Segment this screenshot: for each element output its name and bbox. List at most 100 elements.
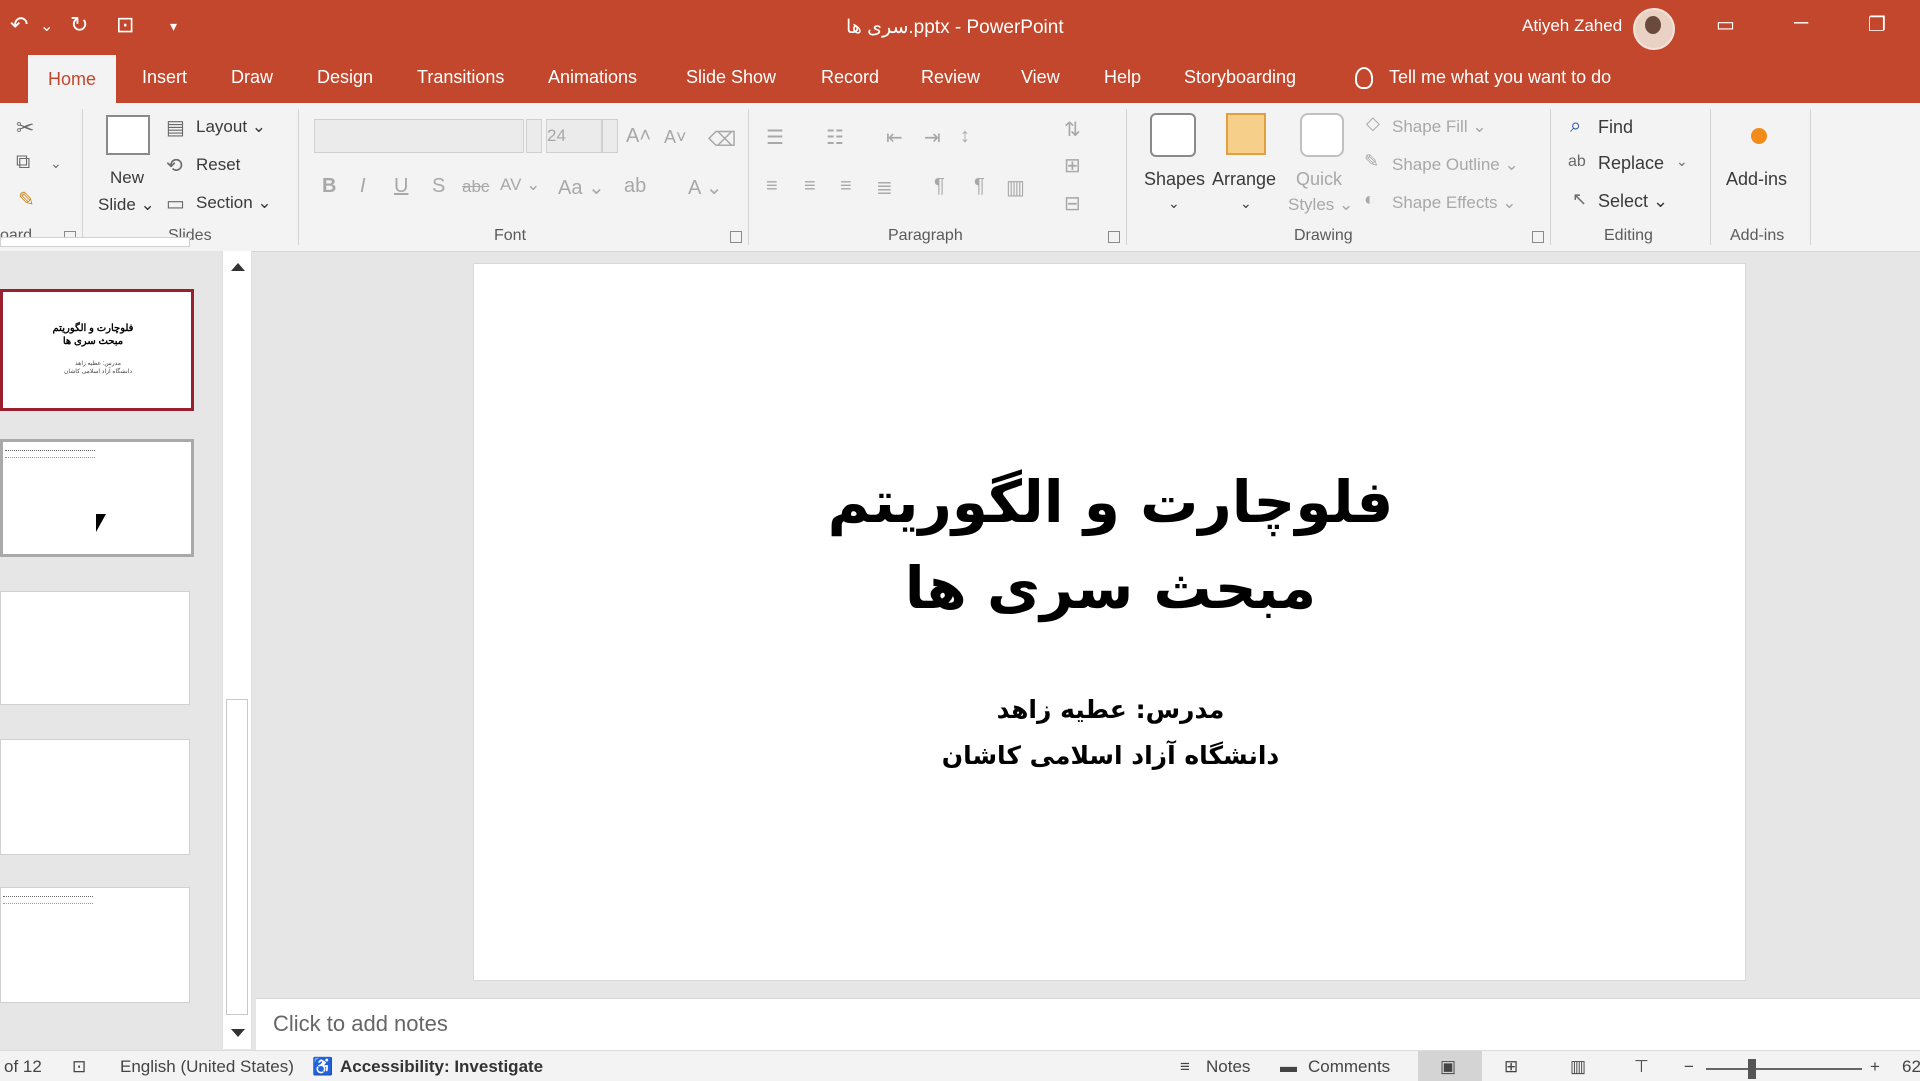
tab-slide-show[interactable]: Slide Show [686,67,776,88]
notes-button[interactable]: Notes [1206,1057,1250,1077]
change-case-button[interactable]: Aa ⌄ [558,175,605,200]
slide-thumbnail-1[interactable]: فلوچارت و الگوریتم مبحث سری ها مدرس: عطیه… [0,289,194,411]
smartart-icon[interactable]: ⊟ [1064,191,1081,216]
quick-styles-dropdown[interactable]: Styles ⌄ [1288,195,1353,215]
align-right-icon[interactable]: ≡ [840,175,852,198]
slide-thumbnail-3[interactable] [0,591,190,705]
font-color-button[interactable]: A ⌄ [688,175,723,200]
select-button[interactable]: Select ⌄ [1598,191,1668,212]
account-name[interactable]: Atiyeh Zahed [1522,16,1622,36]
font-name-input[interactable] [314,119,524,153]
italic-button[interactable]: I [360,175,366,198]
language-indicator[interactable]: English (United States) [120,1057,294,1077]
shape-outline-button[interactable]: Shape Outline ⌄ [1392,155,1519,175]
thumbnail-scrollbar[interactable] [222,251,252,1049]
customize-qat-icon[interactable]: ▾ [170,18,177,35]
redo-icon[interactable]: ↻ [70,12,88,38]
new-slide-dropdown[interactable]: Slide ⌄ [98,195,155,215]
accessibility-icon[interactable]: ♿ [312,1057,333,1077]
line-spacing-icon[interactable]: ↕ [960,125,970,148]
shapes-button[interactable]: Shapes [1144,169,1205,190]
strikethrough-button[interactable]: abc [462,177,489,197]
tab-animations[interactable]: Animations [548,67,637,88]
font-size-input[interactable]: 24 [546,119,602,153]
slide-count[interactable]: of 12 [4,1057,42,1077]
accessibility-status[interactable]: Accessibility: Investigate [340,1057,543,1077]
minimize-icon[interactable]: ─ [1794,12,1808,35]
notes-pane[interactable]: Click to add notes [256,998,1920,1051]
zoom-in-button[interactable]: + [1870,1057,1880,1077]
drawing-launcher-icon[interactable] [1532,231,1544,243]
quick-styles-icon[interactable] [1300,113,1344,157]
tab-view[interactable]: View [1021,67,1060,88]
zoom-out-button[interactable]: − [1684,1057,1694,1077]
notes-icon[interactable]: ≡ [1180,1057,1190,1077]
text-direction-icon[interactable]: ⇅ [1064,117,1081,142]
replace-button[interactable]: Replace [1598,153,1664,174]
slide-title[interactable]: فلوچارت و الگوریتم مبحث سری ها [474,459,1747,631]
quick-styles-button[interactable]: Quick [1296,169,1342,190]
slide-thumbnail-4[interactable] [0,739,190,855]
format-painter-icon[interactable]: ✎ [18,187,35,212]
comments-icon[interactable]: ▬ [1280,1057,1297,1077]
arrange-icon[interactable] [1226,113,1266,155]
columns-icon[interactable]: ▥ [1006,175,1025,200]
tab-home[interactable]: Home [28,55,117,103]
layout-icon[interactable]: ▤ [166,115,185,140]
zoom-level[interactable]: 62 [1902,1057,1920,1077]
zoom-slider-thumb[interactable] [1748,1059,1756,1079]
find-icon[interactable]: ⌕ [1570,115,1581,138]
align-center-icon[interactable]: ≡ [804,175,816,198]
tab-transitions[interactable]: Transitions [417,67,504,88]
undo-icon[interactable]: ↶ [10,12,28,38]
comments-button[interactable]: Comments [1308,1057,1390,1077]
bold-button[interactable]: B [322,175,336,198]
addins-button[interactable]: Add-ins [1726,169,1787,190]
numbering-icon[interactable]: ☷ [826,125,844,150]
avatar[interactable] [1633,8,1675,50]
shapes-icon[interactable] [1150,113,1196,157]
ltr-icon[interactable]: ¶ [934,175,945,198]
slide-subtitle[interactable]: مدرس: عطیه زاهد دانشگاه آزاد اسلامی کاشا… [474,687,1747,779]
new-slide-label[interactable]: New [110,168,144,188]
align-text-icon[interactable]: ⊞ [1064,153,1081,178]
rtl-icon[interactable]: ¶ [974,175,985,198]
scrollbar-thumb[interactable] [226,699,248,1015]
cut-icon[interactable]: ✂ [16,115,34,141]
present-from-start-icon[interactable]: ⊡ [116,12,134,38]
restore-icon[interactable]: ❐ [1868,12,1886,37]
tab-design[interactable]: Design [317,67,373,88]
justify-icon[interactable]: ≣ [876,175,893,200]
decrease-indent-icon[interactable]: ⇤ [886,125,903,150]
align-left-icon[interactable]: ≡ [766,175,778,198]
character-spacing-button[interactable]: AV ⌄ [500,175,540,195]
tab-review[interactable]: Review [921,67,980,88]
reading-view-icon[interactable]: ▥ [1570,1057,1586,1077]
copy-icon[interactable]: ⧉ [16,151,30,174]
shapes-dropdown-icon[interactable]: ⌄ [1168,195,1180,212]
shape-fill-button[interactable]: Shape Fill ⌄ [1392,117,1487,137]
underline-button[interactable]: U [394,175,408,198]
tab-record[interactable]: Record [821,67,879,88]
reset-icon[interactable]: ⟲ [166,153,183,178]
arrange-button[interactable]: Arrange [1212,169,1276,190]
tell-me-search[interactable]: Tell me what you want to do [1355,67,1611,90]
tab-help[interactable]: Help [1104,67,1141,88]
arrange-dropdown-icon[interactable]: ⌄ [1240,195,1252,212]
scroll-down-icon[interactable] [231,1029,245,1037]
select-icon[interactable]: ↖ [1572,189,1587,210]
spelling-icon[interactable]: ⊡ [72,1057,86,1077]
shrink-font-icon[interactable]: A˅ [664,127,687,148]
shape-effects-button[interactable]: Shape Effects ⌄ [1392,193,1517,213]
font-launcher-icon[interactable] [730,231,742,243]
text-shadow-button[interactable]: S [432,175,445,198]
font-name-dropdown-icon[interactable] [526,119,542,153]
clear-formatting-icon[interactable]: ⌫ [708,127,736,152]
shape-effects-icon[interactable]: ◐ [1364,189,1375,210]
tab-storyboarding[interactable]: Storyboarding [1184,67,1296,88]
undo-dropdown-icon[interactable]: ⌄ [40,16,53,36]
section-icon[interactable]: ▭ [166,191,185,216]
replace-icon[interactable]: ab [1568,153,1586,171]
layout-button[interactable]: Layout ⌄ [196,117,266,137]
highlight-icon[interactable]: ab [624,175,646,198]
